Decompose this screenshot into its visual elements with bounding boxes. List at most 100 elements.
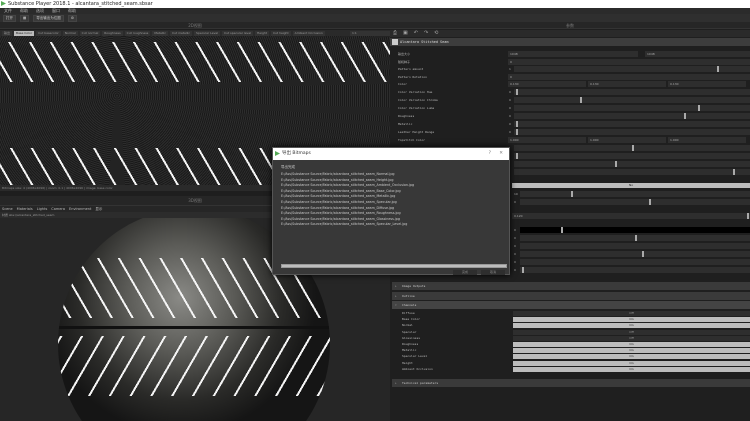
material-path-value: sbs://alcantara_stitched_seam: [8, 213, 55, 217]
group-header-channels[interactable]: ▾ Channels: [392, 301, 750, 309]
param-slider[interactable]: [514, 145, 750, 151]
param-slider[interactable]: [520, 251, 750, 257]
slider-thumb[interactable]: [570, 191, 573, 197]
close-icon[interactable]: ✕: [499, 148, 503, 160]
collapse-icon[interactable]: ▾: [395, 301, 397, 309]
param-slider[interactable]: [514, 89, 750, 95]
param-slider[interactable]: [520, 227, 750, 233]
slider-thumb[interactable]: [747, 213, 749, 219]
tab-output[interactable]: Cut height: [270, 30, 291, 36]
open-button[interactable]: 打开: [3, 15, 16, 22]
channel-row: Specular Level On: [390, 353, 750, 360]
param-slider[interactable]: 0.120: [512, 213, 750, 219]
slider-thumb[interactable]: [580, 97, 583, 103]
channel-label: Ambient Occlusion: [402, 366, 433, 371]
param-slider[interactable]: [514, 97, 750, 103]
group-header-outline[interactable]: ▸ Outline: [392, 292, 750, 300]
redo-icon[interactable]: ↷: [424, 30, 428, 37]
color-component-field[interactable]: 0.130: [588, 81, 666, 87]
help-icon[interactable]: ?: [489, 148, 491, 160]
channel-row: Ambient Occlusion On: [390, 366, 750, 372]
tab-output[interactable]: Cut metallic: [169, 30, 193, 36]
slider-thumb[interactable]: [615, 161, 618, 167]
tab-output[interactable]: Cut basecolor: [36, 30, 61, 36]
slider-thumb[interactable]: [632, 145, 634, 151]
param-slider[interactable]: [520, 235, 750, 241]
tab-output[interactable]: Cut normal: [79, 30, 101, 36]
exported-file: E:/Ass/Substance Source/Fabric/alcantara…: [281, 199, 397, 204]
grid-icon[interactable]: ▦: [20, 15, 30, 22]
param-select[interactable]: 1048: [508, 51, 638, 57]
param-toggle[interactable]: No: [512, 183, 750, 188]
param-value[interactable]: 1048: [645, 51, 750, 57]
slider-thumb[interactable]: [522, 267, 525, 273]
param-slider[interactable]: [514, 105, 750, 111]
color-component-field[interactable]: 0.130: [668, 81, 746, 87]
color-component-field[interactable]: 1.000: [668, 137, 746, 143]
param-value: 0: [514, 260, 516, 264]
slider-thumb[interactable]: [698, 105, 701, 111]
tab-output[interactable]: Metallic: [152, 30, 168, 36]
tab-output[interactable]: Cut specular level: [222, 30, 254, 36]
param-slider[interactable]: [520, 267, 750, 273]
tab-output[interactable]: Specular Level: [194, 30, 221, 36]
param-slider[interactable]: [520, 243, 750, 249]
save-preset-icon[interactable]: ⎙: [393, 30, 397, 37]
panel-header: 参数: [390, 22, 750, 29]
color-component-field[interactable]: 1.000: [508, 137, 586, 143]
param-slider[interactable]: [520, 191, 750, 197]
tab-output[interactable]: Normal: [62, 30, 78, 36]
slider-thumb[interactable]: [516, 153, 519, 159]
slider-thumb[interactable]: [641, 251, 644, 257]
slider-thumb[interactable]: [716, 66, 719, 72]
channel-label: Glossiness: [402, 335, 421, 340]
tab-output[interactable]: Height: [255, 30, 269, 36]
tab-output[interactable]: Ambient Occlusion: [292, 30, 325, 36]
tab-output[interactable]: Roughness: [102, 30, 123, 36]
graph-name: Alcantara Stitched Seam: [400, 40, 449, 44]
color-component-field[interactable]: 0.130: [508, 81, 586, 87]
slider-thumb[interactable]: [561, 227, 564, 233]
tab-output[interactable]: Base Color: [14, 30, 35, 36]
load-preset-icon[interactable]: ▣: [403, 30, 408, 37]
group-header-image-outputs[interactable]: ▸ Image Outputs: [392, 282, 750, 290]
expand-icon[interactable]: ▸: [395, 282, 397, 290]
param-label: Color Variation Chroma: [398, 98, 438, 102]
slider-thumb[interactable]: [516, 89, 519, 95]
param-slider[interactable]: [514, 153, 750, 159]
settings-icon[interactable]: ⚙: [67, 15, 77, 22]
export-bitmaps-button[interactable]: 导出输出为位图: [33, 15, 64, 22]
param-slider[interactable]: [514, 129, 750, 135]
slider-thumb[interactable]: [683, 113, 686, 119]
slider-thumb[interactable]: [516, 121, 519, 127]
tab-output[interactable]: Cut roughness: [124, 30, 151, 36]
ok-button[interactable]: 完成: [453, 270, 477, 275]
cancel-button[interactable]: 取消: [481, 270, 505, 275]
param-slider[interactable]: [514, 113, 750, 119]
expand-icon[interactable]: ▸: [395, 292, 397, 300]
export-status: 导出完成: [281, 165, 295, 169]
param-slider[interactable]: [514, 161, 750, 167]
group-header-technical-parameters[interactable]: ▸ Technical parameters: [392, 379, 750, 387]
param-slider[interactable]: [514, 169, 750, 175]
slider-thumb[interactable]: [733, 169, 736, 175]
zoom-select[interactable]: 1:1: [350, 30, 390, 36]
dialog-title-bar: 导出 Bitmaps? ✕: [273, 148, 509, 160]
channel-row: Specular Off: [390, 329, 750, 335]
color-component-field[interactable]: 1.000: [588, 137, 666, 143]
param-field[interactable]: 0: [508, 73, 750, 80]
param-value: 0: [514, 268, 516, 272]
param-slider[interactable]: [514, 66, 750, 72]
channel-toggle[interactable]: On: [513, 366, 750, 372]
undo-icon[interactable]: ↶: [414, 30, 418, 37]
slider-thumb[interactable]: [648, 199, 651, 205]
param-slider[interactable]: [520, 199, 750, 205]
reset-icon[interactable]: ⟲: [434, 30, 438, 37]
param-slider[interactable]: [514, 121, 750, 127]
param-field[interactable]: 0: [508, 58, 750, 65]
param-value: 0: [509, 90, 511, 94]
slider-thumb[interactable]: [635, 235, 637, 241]
expand-icon[interactable]: ▸: [395, 379, 397, 387]
param-slider[interactable]: [520, 259, 750, 265]
slider-thumb[interactable]: [516, 129, 519, 135]
